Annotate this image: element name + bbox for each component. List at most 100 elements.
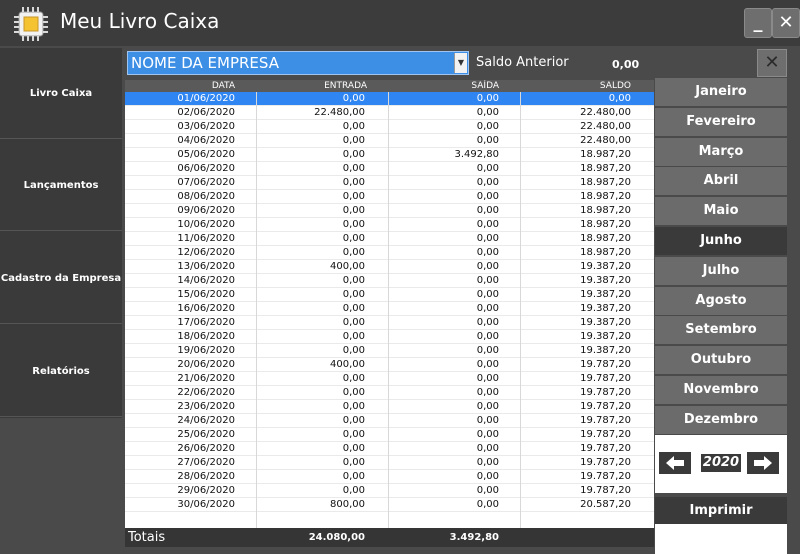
month-button[interactable]: Janeiro [655, 78, 787, 106]
table-cell: 08/06/2020 [177, 191, 235, 202]
arrow-left-icon[interactable] [659, 452, 691, 474]
table-row[interactable]: 15/06/2020 0,00 0,00 19.387,20 [125, 288, 654, 302]
table-cell: 19.787,20 [580, 387, 631, 398]
table-row[interactable]: 03/06/2020 0,00 0,00 22.480,00 [125, 120, 654, 134]
table-cell: 0,00 [342, 443, 365, 454]
bottom-panel [655, 524, 787, 554]
table-cell: 0,00 [476, 289, 499, 300]
table-row[interactable]: 09/06/2020 0,00 0,00 18.987,20 [125, 204, 654, 218]
column-divider [520, 92, 521, 528]
table-row[interactable]: 10/06/2020 0,00 0,00 18.987,20 [125, 218, 654, 232]
row-divider [125, 511, 654, 512]
table-cell: 0,00 [342, 275, 365, 286]
table-row[interactable]: 23/06/2020 0,00 0,00 19.787,20 [125, 400, 654, 414]
table-cell: 23/06/2020 [177, 401, 235, 412]
table-row[interactable]: 25/06/2020 0,00 0,00 19.787,20 [125, 428, 654, 442]
column-header-entrada[interactable]: ENTRADA [257, 80, 367, 92]
table-row[interactable]: 17/06/2020 0,00 0,00 19.387,20 [125, 316, 654, 330]
window-close-button[interactable]: ✕ [772, 8, 800, 38]
arrow-right-glyph [754, 456, 772, 470]
table-cell: 22.480,00 [580, 121, 631, 132]
table-cell: 800,00 [330, 499, 365, 510]
table-cell: 18.987,20 [580, 163, 631, 174]
table-cell: 20.587,20 [580, 499, 631, 510]
table-row[interactable]: 20/06/2020 400,00 0,00 19.787,20 [125, 358, 654, 372]
table-cell: 3.492,80 [454, 149, 499, 160]
totals-saida: 3.492,80 [449, 532, 499, 543]
minimize-button[interactable]: _ [744, 8, 772, 38]
month-button[interactable]: Julho [655, 256, 787, 285]
table-row[interactable]: 11/06/2020 0,00 0,00 18.987,20 [125, 232, 654, 246]
table-row[interactable]: 21/06/2020 0,00 0,00 19.787,20 [125, 372, 654, 386]
table-cell: 19.787,20 [580, 401, 631, 412]
arrow-left-glyph [666, 456, 684, 470]
month-button[interactable]: Abril [655, 167, 787, 196]
table-cell: 0,00 [476, 177, 499, 188]
table-cell: 19.387,20 [580, 289, 631, 300]
table-row[interactable]: 28/06/2020 0,00 0,00 19.787,20 [125, 470, 654, 484]
table-cell: 22/06/2020 [177, 387, 235, 398]
column-header-saida[interactable]: SAÍDA [389, 80, 499, 92]
table-row[interactable]: 19/06/2020 0,00 0,00 19.387,20 [125, 344, 654, 358]
table-row[interactable]: 27/06/2020 0,00 0,00 19.787,20 [125, 456, 654, 470]
table-row[interactable]: 01/06/2020 0,00 0,00 0,00 [125, 92, 654, 106]
month-button[interactable]: Junho [655, 227, 787, 255]
table-cell: 15/06/2020 [177, 289, 235, 300]
table-row[interactable]: 06/06/2020 0,00 0,00 18.987,20 [125, 162, 654, 176]
month-button[interactable]: Setembro [655, 316, 787, 345]
sidebar-item-relatorios[interactable]: Relatórios [0, 326, 122, 417]
table-cell: 0,00 [476, 121, 499, 132]
table-cell: 0,00 [342, 331, 365, 342]
month-button[interactable]: Agosto [655, 286, 787, 315]
table-row[interactable]: 30/06/2020 800,00 0,00 20.587,20 [125, 498, 654, 512]
table-cell: 06/06/2020 [177, 163, 235, 174]
month-button[interactable]: Dezembro [655, 405, 787, 434]
table-row[interactable]: 05/06/2020 0,00 3.492,80 18.987,20 [125, 148, 654, 162]
table-cell: 22.480,00 [580, 135, 631, 146]
sidebar-item-livro-caixa[interactable]: Livro Caixa [0, 48, 122, 139]
table-row[interactable]: 22/06/2020 0,00 0,00 19.787,20 [125, 386, 654, 400]
table-row[interactable]: 24/06/2020 0,00 0,00 19.787,20 [125, 414, 654, 428]
window-title: Meu Livro Caixa [60, 9, 220, 33]
month-button[interactable]: Novembro [655, 376, 787, 404]
chevron-down-icon[interactable]: ▼ [454, 53, 467, 73]
table-cell: 13/06/2020 [177, 261, 235, 272]
month-button[interactable]: Março [655, 137, 787, 166]
close-panel-button[interactable]: ✕ [757, 49, 787, 77]
table-header: DATA ENTRADA SAÍDA SALDO [125, 80, 654, 92]
sidebar-item-lancamentos[interactable]: Lançamentos [0, 140, 122, 231]
table-row[interactable]: 18/06/2020 0,00 0,00 19.387,20 [125, 330, 654, 344]
table-row[interactable]: 07/06/2020 0,00 0,00 18.987,20 [125, 176, 654, 190]
table-cell: 05/06/2020 [177, 149, 235, 160]
table-row[interactable]: 04/06/2020 0,00 0,00 22.480,00 [125, 134, 654, 148]
column-header-data[interactable]: DATA [125, 80, 235, 92]
year-value[interactable]: 2020 [699, 452, 743, 474]
table-row[interactable]: 08/06/2020 0,00 0,00 18.987,20 [125, 190, 654, 204]
month-button[interactable]: Maio [655, 197, 787, 226]
cash-book-table[interactable]: DATA ENTRADA SAÍDA SALDO 01/06/2020 0,00 0… [125, 80, 654, 528]
table-row[interactable]: 14/06/2020 0,00 0,00 19.387,20 [125, 274, 654, 288]
table-cell: 18.987,20 [580, 247, 631, 258]
column-divider [256, 92, 257, 528]
table-row[interactable]: 16/06/2020 0,00 0,00 19.387,20 [125, 302, 654, 316]
month-button[interactable]: Fevereiro [655, 107, 787, 136]
table-cell: 0,00 [342, 317, 365, 328]
table-cell: 03/06/2020 [177, 121, 235, 132]
sidebar-item-cadastro-empresa[interactable]: Cadastro da Empresa [0, 233, 122, 324]
table-row[interactable]: 29/06/2020 0,00 0,00 19.787,20 [125, 484, 654, 498]
table-cell: 0,00 [476, 233, 499, 244]
sidebar: Livro Caixa Lançamentos Cadastro da Empr… [0, 48, 122, 418]
table-row[interactable]: 26/06/2020 0,00 0,00 19.787,20 [125, 442, 654, 456]
column-header-saldo[interactable]: SALDO [521, 80, 631, 92]
arrow-right-icon[interactable] [747, 452, 779, 474]
table-cell: 0,00 [342, 247, 365, 258]
year-selector: 2020 [655, 435, 787, 493]
table-cell: 0,00 [476, 429, 499, 440]
table-row[interactable]: 12/06/2020 0,00 0,00 18.987,20 [125, 246, 654, 260]
table-row[interactable]: 13/06/2020 400,00 0,00 19.387,20 [125, 260, 654, 274]
table-cell: 07/06/2020 [177, 177, 235, 188]
company-select[interactable]: NOME DA EMPRESA ▼ [127, 51, 469, 75]
table-row[interactable]: 02/06/2020 22.480,00 0,00 22.480,00 [125, 106, 654, 120]
month-button[interactable]: Outubro [655, 346, 787, 375]
print-button[interactable]: Imprimir [655, 497, 787, 524]
